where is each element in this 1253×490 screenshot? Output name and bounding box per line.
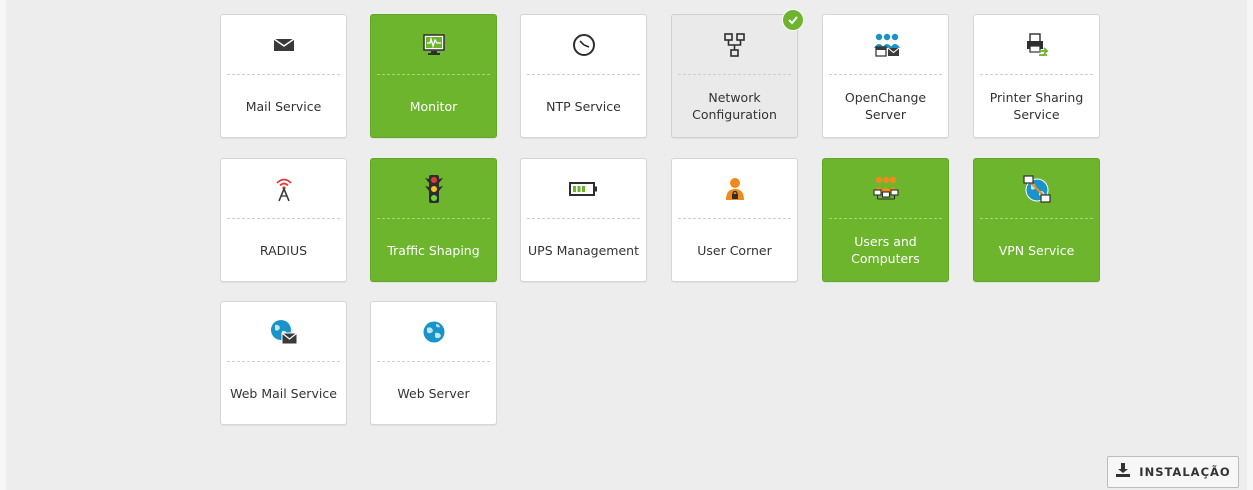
install-icon bbox=[1115, 462, 1131, 482]
tile-web-mail-service[interactable]: Web Mail Service bbox=[220, 301, 347, 425]
window-frame-right bbox=[1247, 0, 1253, 490]
tile-label: UPS Management bbox=[528, 242, 639, 258]
tile-label: Users and Computers bbox=[851, 234, 920, 266]
vpn-icon bbox=[974, 159, 1099, 218]
groupware-icon bbox=[823, 15, 948, 74]
tile-label: Mail Service bbox=[245, 98, 322, 114]
tile-label: Network Configuration bbox=[692, 90, 777, 122]
tile-label: Monitor bbox=[409, 98, 458, 114]
tile-ups-management[interactable]: UPS Management bbox=[520, 158, 647, 282]
tile-vpn-service[interactable]: VPN Service bbox=[973, 158, 1100, 282]
tile-label: Web Server bbox=[397, 385, 470, 401]
printer-icon bbox=[974, 15, 1099, 74]
mail-icon bbox=[221, 15, 346, 74]
install-button[interactable]: INSTALAÇÃO bbox=[1107, 456, 1239, 488]
tile-traffic-shaping[interactable]: Traffic Shaping bbox=[370, 158, 497, 282]
tile-openchange-server[interactable]: OpenChange Server bbox=[822, 14, 949, 138]
traffic-light-icon bbox=[371, 159, 496, 218]
tile-printer-sharing-service[interactable]: Printer Sharing Service bbox=[973, 14, 1100, 138]
tile-network-configuration[interactable]: Network Configuration bbox=[671, 9, 804, 138]
antenna-icon bbox=[221, 159, 346, 218]
tile-web-server[interactable]: Web Server bbox=[370, 301, 497, 425]
user-icon bbox=[672, 159, 797, 218]
tile-label: OpenChange Server bbox=[844, 90, 927, 122]
users-computers-icon bbox=[823, 159, 948, 218]
tile-label: VPN Service bbox=[998, 242, 1075, 258]
tile-label: NTP Service bbox=[546, 98, 621, 114]
network-icon bbox=[672, 15, 797, 74]
tile-label: RADIUS bbox=[259, 242, 308, 258]
install-button-label: INSTALAÇÃO bbox=[1139, 465, 1231, 479]
clock-icon bbox=[521, 15, 646, 74]
tile-radius[interactable]: RADIUS bbox=[220, 158, 347, 282]
battery-icon bbox=[521, 159, 646, 218]
window-frame-left bbox=[0, 0, 6, 490]
webmail-icon bbox=[221, 302, 346, 361]
monitor-icon bbox=[371, 15, 496, 74]
installed-check-icon bbox=[782, 9, 804, 31]
tile-user-corner[interactable]: User Corner bbox=[671, 158, 798, 282]
tile-label: Traffic Shaping bbox=[387, 242, 480, 258]
tile-ntp-service[interactable]: NTP Service bbox=[520, 14, 647, 138]
tile-label: Web Mail Service bbox=[230, 385, 337, 401]
tile-mail-service[interactable]: Mail Service bbox=[220, 14, 347, 138]
tile-users-and-computers[interactable]: Users and Computers bbox=[822, 158, 949, 282]
tile-label: Printer Sharing Service bbox=[989, 90, 1084, 122]
globe-icon bbox=[371, 302, 496, 361]
tile-label: User Corner bbox=[697, 242, 772, 258]
tile-monitor[interactable]: Monitor bbox=[370, 14, 497, 138]
